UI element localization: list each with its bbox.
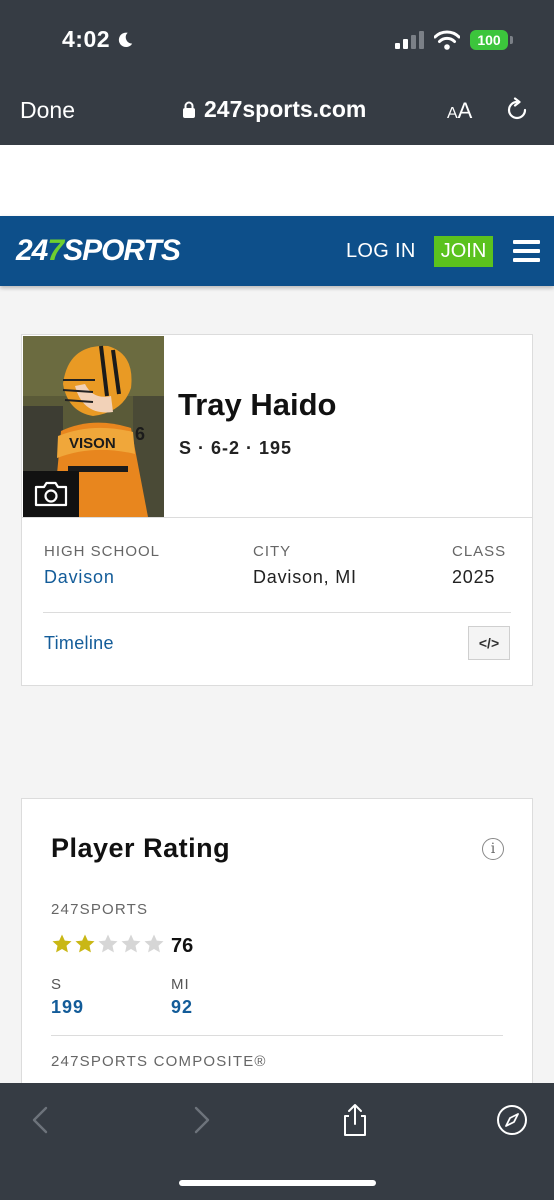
divider: [22, 517, 532, 518]
signal-icon: [395, 31, 424, 49]
class-value: 2025: [452, 567, 496, 587]
status-indicators: 100: [395, 30, 513, 50]
battery-level: 100: [477, 32, 501, 48]
timeline-link[interactable]: Timeline: [44, 633, 114, 654]
player-card: VISON 6 Tray Haido S · 6-2 · 195 HIGH SC…: [21, 334, 533, 686]
player-rating-card: Player Rating i 247SPORTS 76 S 199 MI 92…: [21, 798, 533, 1128]
ad-space: [0, 145, 554, 216]
browser-top-chrome: 4:02 100 Done 247sports.com AA: [0, 0, 554, 145]
login-button[interactable]: LOG IN: [346, 240, 416, 263]
position-rank-label: S: [51, 976, 63, 993]
star-filled-icon: [52, 934, 72, 953]
rating-score: 76: [171, 935, 194, 957]
text-size-button[interactable]: AA: [447, 98, 472, 124]
player-name: Tray Haido: [178, 387, 337, 422]
forward-icon[interactable]: [184, 1103, 218, 1137]
status-time: 4:02: [62, 26, 134, 53]
svg-text:6: 6: [135, 424, 145, 444]
code-icon: </>: [478, 635, 500, 651]
divider: [51, 1035, 503, 1036]
aa-small-letter: A: [447, 105, 458, 122]
share-icon[interactable]: [338, 1103, 372, 1137]
site-logo[interactable]: 247SPORTS: [16, 234, 181, 268]
star-empty-icon: [144, 934, 164, 953]
url-text: 247sports.com: [204, 96, 367, 122]
star-empty-icon: [98, 934, 118, 953]
high-school-link[interactable]: Davison: [44, 567, 115, 588]
join-button[interactable]: JOIN: [434, 236, 493, 267]
state-rank-link[interactable]: 92: [171, 997, 193, 1018]
class-label: CLASS: [452, 543, 507, 560]
logo-7: 7: [47, 234, 64, 267]
player-position-size: S · 6-2 · 195: [179, 438, 293, 458]
aa-large-letter: A: [457, 98, 473, 123]
logo-sports: SPORTS: [63, 234, 181, 267]
address-bar[interactable]: 247sports.com: [182, 96, 366, 123]
wifi-icon: [434, 30, 460, 50]
state-rank-label: MI: [171, 976, 190, 993]
info-icon[interactable]: i: [482, 838, 504, 860]
embed-code-button[interactable]: </>: [468, 626, 510, 660]
menu-icon[interactable]: [513, 240, 540, 262]
city-label: CITY: [253, 543, 292, 560]
back-icon[interactable]: [24, 1103, 58, 1137]
done-button[interactable]: Done: [20, 97, 75, 124]
player-photo[interactable]: VISON 6: [23, 336, 164, 517]
city-value: Davison, MI: [253, 567, 357, 587]
logo-24: 24: [16, 234, 48, 267]
site-header: 247SPORTS LOG IN JOIN: [0, 216, 554, 286]
composite-label: 247SPORTS COMPOSITE®: [51, 1053, 267, 1070]
camera-button[interactable]: [23, 471, 79, 517]
rating-source-label: 247SPORTS: [51, 901, 149, 918]
star-rating: [51, 933, 165, 955]
star-filled-icon: [75, 934, 95, 953]
moon-icon: [118, 32, 133, 47]
divider: [43, 612, 511, 613]
home-indicator: [179, 1180, 376, 1186]
lock-icon: [183, 101, 195, 118]
compass-icon[interactable]: [495, 1103, 529, 1137]
battery-icon: 100: [470, 30, 513, 50]
high-school-label: HIGH SCHOOL: [44, 543, 161, 560]
rating-title: Player Rating: [51, 833, 231, 863]
position-rank-link[interactable]: 199: [51, 997, 84, 1018]
camera-icon: [34, 481, 68, 507]
reload-icon[interactable]: [504, 97, 530, 123]
svg-text:VISON: VISON: [69, 435, 116, 452]
star-empty-icon: [121, 934, 141, 953]
status-time-text: 4:02: [62, 26, 111, 52]
